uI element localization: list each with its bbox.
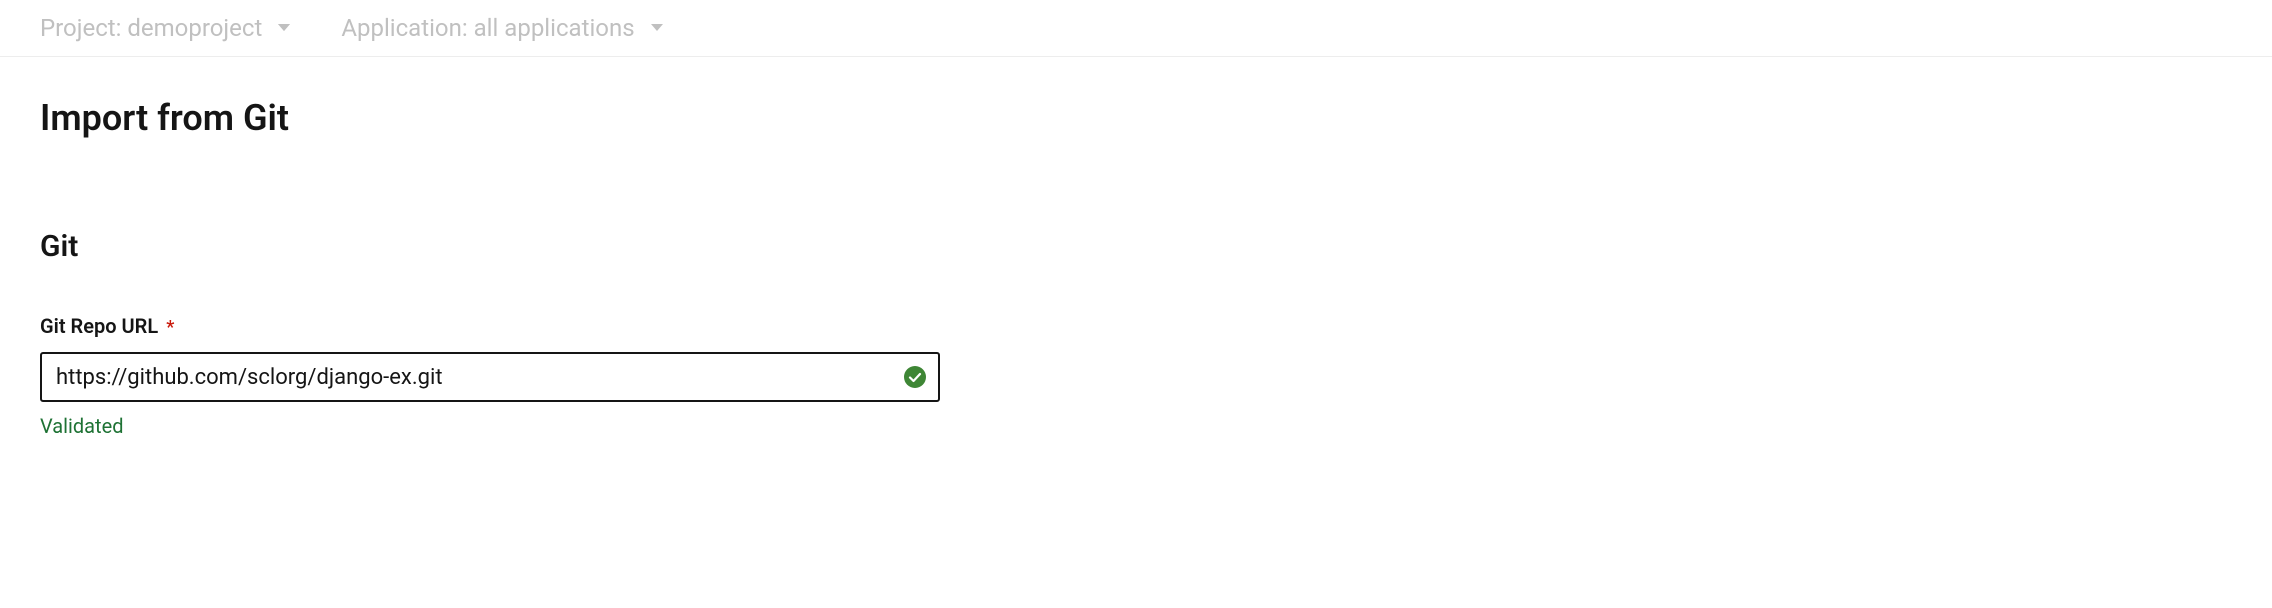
check-circle-icon — [904, 366, 926, 388]
main-content: Import from Git Git Git Repo URL * Valid… — [0, 57, 2272, 438]
project-selector[interactable]: Project: demoproject — [40, 14, 291, 42]
top-bar: Project: demoproject Application: all ap… — [0, 0, 2272, 57]
application-selector-label: Application: all applications — [341, 14, 634, 42]
git-repo-url-input-wrapper — [40, 352, 940, 402]
git-repo-url-label: Git Repo URL — [40, 314, 158, 338]
chevron-down-icon — [650, 23, 664, 33]
git-url-form-group: Git Repo URL * Validated — [40, 314, 980, 438]
section-title-git: Git — [40, 229, 2232, 264]
validation-message: Validated — [40, 414, 980, 438]
field-label-row: Git Repo URL * — [40, 314, 980, 338]
git-repo-url-input[interactable] — [40, 352, 940, 402]
project-selector-label: Project: demoproject — [40, 14, 262, 42]
application-selector[interactable]: Application: all applications — [341, 14, 663, 42]
chevron-down-icon — [277, 23, 291, 33]
required-asterisk: * — [166, 317, 174, 338]
page-title: Import from Git — [40, 97, 2232, 139]
